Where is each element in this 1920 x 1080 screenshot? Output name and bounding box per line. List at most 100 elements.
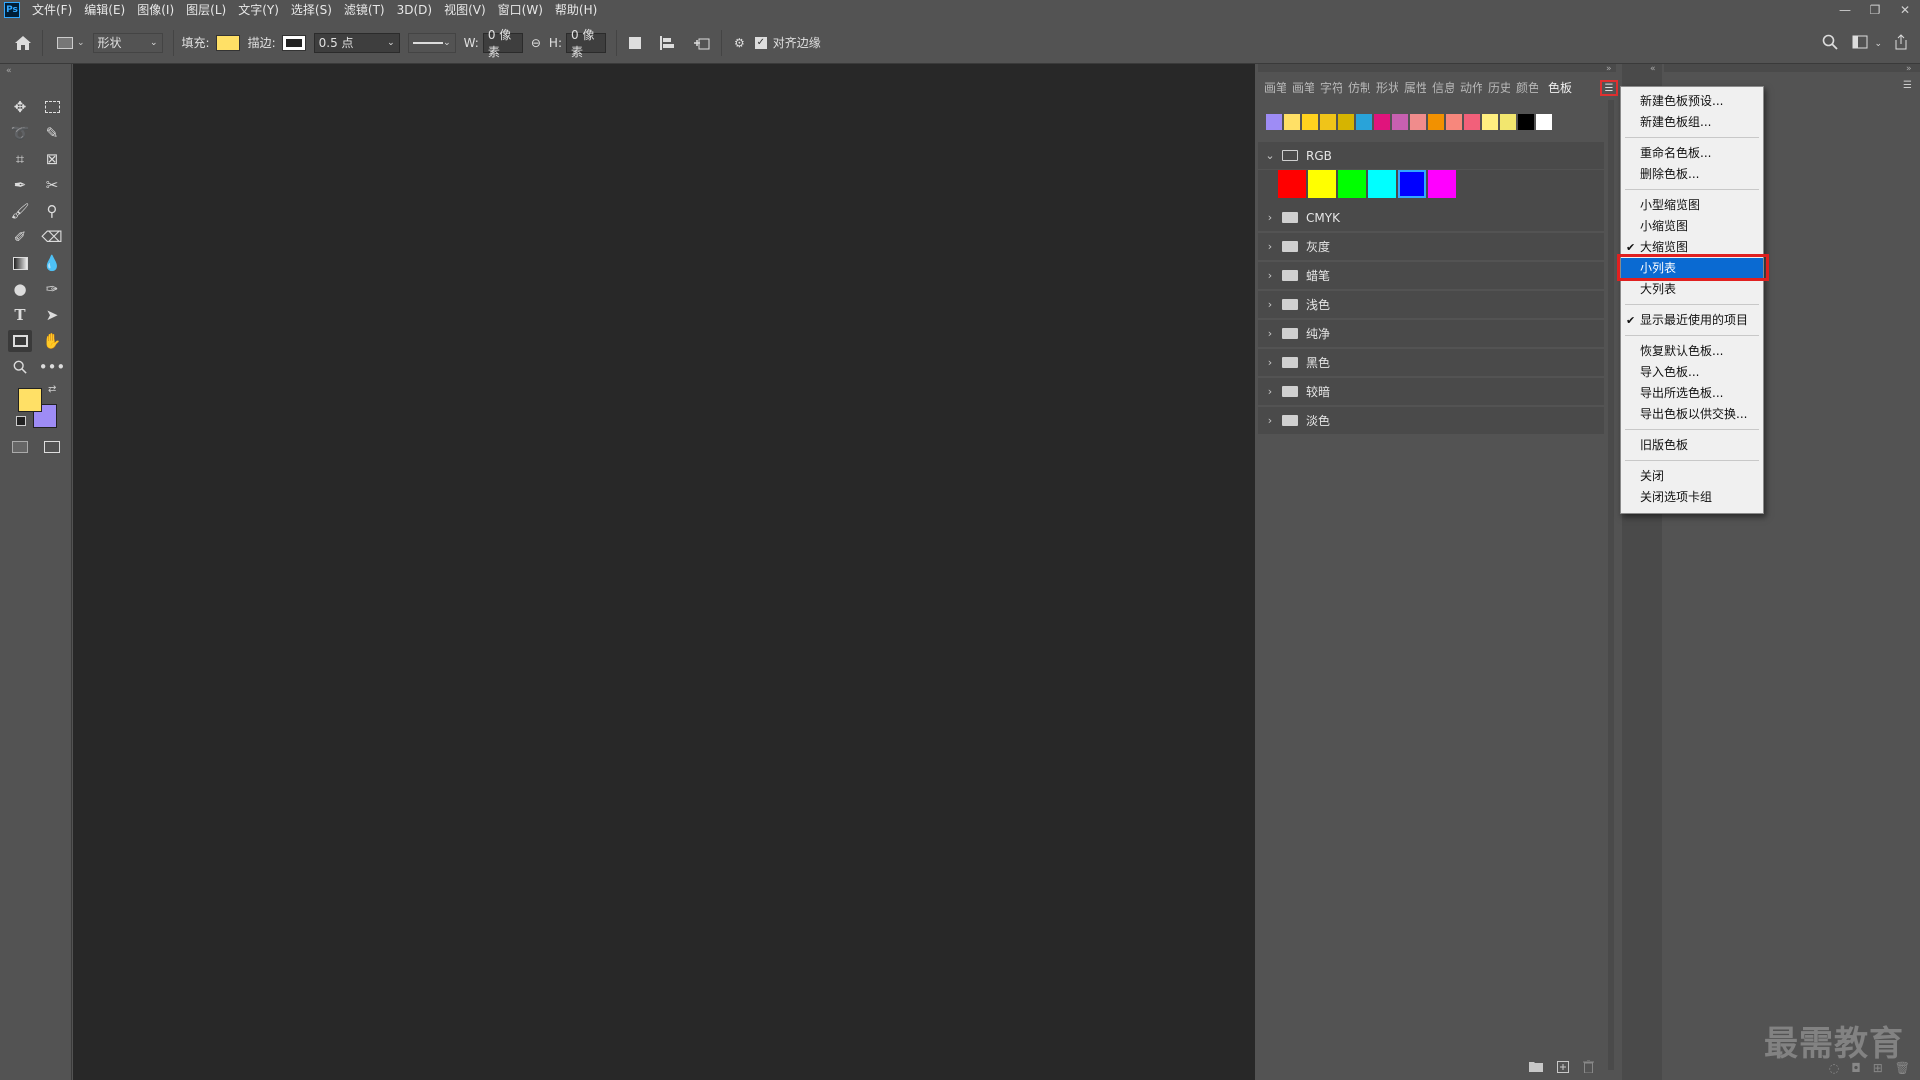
link-icon[interactable]: ⊖ <box>531 36 541 50</box>
path-alignment-icon[interactable] <box>659 35 675 51</box>
move-tool-icon[interactable]: ✥ <box>8 96 32 118</box>
swatch-group[interactable]: › 灰度 <box>1258 233 1604 261</box>
menu-option[interactable]: 新建色板预设... <box>1621 91 1763 112</box>
collapse-toolbar-icon[interactable]: « <box>6 66 12 76</box>
eraser-tool-icon[interactable]: ⌫ <box>40 226 64 248</box>
panel-tab[interactable]: 画笔 <box>1264 79 1286 96</box>
mode-select[interactable]: 形状 ⌄ <box>92 32 163 53</box>
menu-option[interactable]: 大列表 <box>1621 279 1763 300</box>
crop-tool-icon[interactable]: ⌗ <box>8 148 32 170</box>
recent-swatch[interactable] <box>1266 114 1282 130</box>
rgb-swatch[interactable] <box>1368 170 1396 198</box>
blur-tool-icon[interactable]: 💧 <box>40 252 64 274</box>
swatch-group-rgb[interactable]: ⌄ RGB <box>1258 142 1604 170</box>
swatch-group[interactable]: › 较暗 <box>1258 378 1604 406</box>
menu-item[interactable]: 文字(Y) <box>232 0 285 20</box>
gear-icon[interactable]: ⚙ <box>734 36 745 50</box>
menu-item[interactable]: 帮助(H) <box>549 0 603 20</box>
home-icon[interactable] <box>14 35 32 51</box>
recent-swatch[interactable] <box>1518 114 1534 130</box>
menu-option[interactable]: 旧版色板 <box>1621 435 1763 456</box>
workspace-icon[interactable] <box>1852 35 1868 52</box>
menu-option[interactable]: 重命名色板... <box>1621 143 1763 164</box>
menu-option[interactable]: ✔ 显示最近使用的项目 <box>1621 310 1763 331</box>
recent-swatch[interactable] <box>1338 114 1354 130</box>
chevron-right-icon[interactable]: › <box>1262 269 1278 282</box>
path-operations-icon[interactable] <box>629 36 641 49</box>
default-colors-icon[interactable] <box>16 416 26 426</box>
panel-menu-icon[interactable]: ☰ <box>1600 80 1618 96</box>
menu-item[interactable]: 图像(I) <box>131 0 180 20</box>
rgb-swatch[interactable] <box>1308 170 1336 198</box>
gradient-tool-icon[interactable] <box>8 252 32 274</box>
menu-option[interactable]: 导出色板以供交换... <box>1621 404 1763 425</box>
recent-swatch[interactable] <box>1302 114 1318 130</box>
rgb-swatch[interactable] <box>1278 170 1306 198</box>
panel-tab[interactable]: 颜色 <box>1516 79 1538 96</box>
menu-option[interactable]: 导入色板... <box>1621 362 1763 383</box>
new-swatch-icon[interactable] <box>1557 1060 1569 1076</box>
menu-item[interactable]: 编辑(E) <box>78 0 131 20</box>
align-edges-checkbox[interactable]: ✓ <box>754 36 767 49</box>
chevron-right-icon[interactable]: › <box>1262 211 1278 224</box>
chevron-down-icon[interactable]: ⌄ <box>1262 149 1278 162</box>
panel-tab[interactable]: 字符 <box>1320 79 1342 96</box>
path-selection-tool-icon[interactable]: ➤ <box>40 304 64 326</box>
menu-option[interactable]: 关闭选项卡组 <box>1621 487 1763 508</box>
panel-tab[interactable]: 形状 <box>1376 79 1398 96</box>
menu-option[interactable]: 关闭 <box>1621 466 1763 487</box>
menu-option[interactable]: 小缩览图 <box>1621 216 1763 237</box>
menu-option[interactable]: 恢复默认色板... <box>1621 341 1763 362</box>
dodge-tool-icon[interactable]: ● <box>8 278 32 300</box>
new-group-folder-icon[interactable] <box>1529 1061 1543 1075</box>
menu-item[interactable]: 3D(D) <box>391 0 438 20</box>
panel-tab[interactable]: 历史 <box>1488 79 1510 96</box>
height-input[interactable]: 0 像素 <box>566 28 606 59</box>
screen-mode-icon[interactable] <box>40 436 64 458</box>
panel-scrollbar[interactable] <box>1608 100 1614 1070</box>
eyedropper-tool-icon[interactable]: ✒ <box>8 174 32 196</box>
menu-option[interactable]: 新建色板组... <box>1621 112 1763 133</box>
restore-button[interactable]: ❐ <box>1860 0 1890 20</box>
chevron-right-icon[interactable]: › <box>1262 240 1278 253</box>
swatch-group[interactable]: › 纯净 <box>1258 320 1604 348</box>
document-canvas-area[interactable] <box>73 64 1255 1080</box>
frame-tool-icon[interactable]: ⊠ <box>40 148 64 170</box>
menu-option[interactable]: 删除色板... <box>1621 164 1763 185</box>
close-button[interactable]: ✕ <box>1890 0 1920 20</box>
more-tools-icon[interactable]: ••• <box>39 356 66 378</box>
lasso-tool-icon[interactable]: ➰ <box>8 122 32 144</box>
swatch-group[interactable]: › CMYK <box>1258 204 1604 232</box>
minimize-button[interactable]: — <box>1830 0 1860 20</box>
rectangle-tool-icon[interactable] <box>8 330 32 352</box>
chevron-down-icon[interactable]: ⌄ <box>1874 39 1882 49</box>
recent-swatch[interactable] <box>1500 114 1516 130</box>
marquee-tool-icon[interactable] <box>40 96 64 118</box>
menu-item[interactable]: 视图(V) <box>438 0 492 20</box>
recent-swatch[interactable] <box>1536 114 1552 130</box>
history-brush-tool-icon[interactable]: ✐ <box>8 226 32 248</box>
menu-item[interactable]: 图层(L) <box>180 0 232 20</box>
foreground-color-swatch[interactable] <box>18 388 42 412</box>
stroke-width-input[interactable]: 0.5 点 ⌄ <box>313 32 400 53</box>
recent-swatch[interactable] <box>1392 114 1408 130</box>
recent-swatch[interactable] <box>1410 114 1426 130</box>
panel-tab[interactable]: 色板 <box>1544 78 1577 96</box>
width-input[interactable]: 0 像素 <box>482 28 523 59</box>
recent-swatch[interactable] <box>1320 114 1336 130</box>
search-icon[interactable] <box>1822 34 1839 53</box>
recent-swatch[interactable] <box>1446 114 1462 130</box>
panel-tab[interactable]: 信息 <box>1432 79 1454 96</box>
menu-item[interactable]: 文件(F) <box>26 0 78 20</box>
swatch-group[interactable]: › 蜡笔 <box>1258 262 1604 290</box>
rgb-swatch[interactable] <box>1428 170 1456 198</box>
collapse-panels-icon[interactable]: « <box>1650 64 1656 74</box>
chevron-right-icon[interactable]: › <box>1262 298 1278 311</box>
menu-option[interactable]: 小型缩览图 <box>1621 195 1763 216</box>
chevron-right-icon[interactable]: › <box>1262 327 1278 340</box>
menu-option[interactable]: 导出所选色板... <box>1621 383 1763 404</box>
chevron-right-icon[interactable]: › <box>1262 385 1278 398</box>
quick-selection-tool-icon[interactable]: ✎ <box>40 122 64 144</box>
recent-swatch[interactable] <box>1284 114 1300 130</box>
hand-tool-icon[interactable]: ✋ <box>40 330 64 352</box>
